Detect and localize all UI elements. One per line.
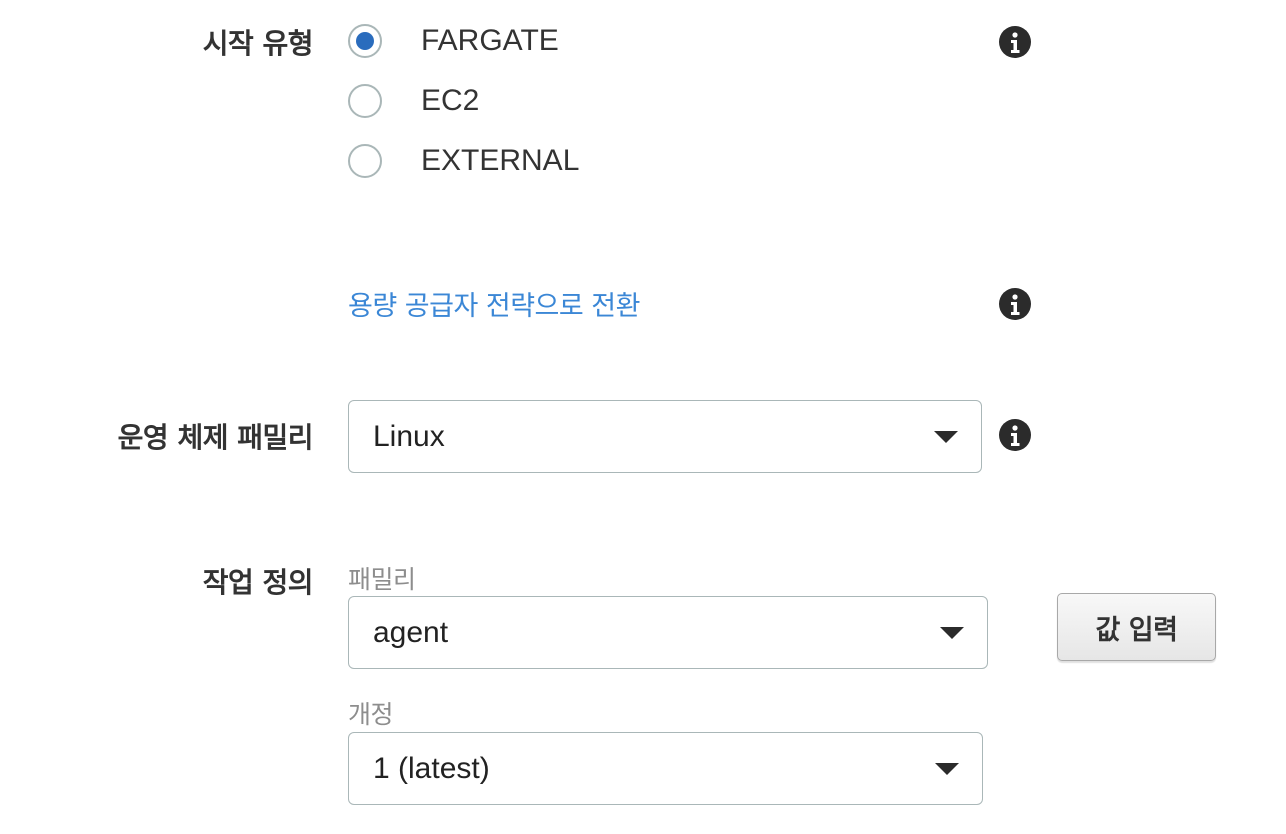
os-family-value: Linux bbox=[373, 419, 445, 453]
family-value: agent bbox=[373, 615, 449, 649]
caret-down-icon bbox=[940, 626, 964, 639]
info-icon[interactable] bbox=[999, 419, 1031, 451]
radio-fargate[interactable] bbox=[348, 24, 382, 58]
launch-type-label: 시작 유형 bbox=[202, 27, 314, 60]
radio-label-ec2: EC2 bbox=[421, 84, 480, 117]
caret-down-icon bbox=[934, 430, 958, 443]
radio-ec2[interactable] bbox=[348, 84, 382, 118]
family-select[interactable]: agent bbox=[348, 596, 988, 669]
capacity-provider-strategy-link[interactable]: 용량 공급자 전략으로 전환 bbox=[348, 284, 641, 323]
info-icon[interactable] bbox=[999, 26, 1031, 58]
info-icon[interactable] bbox=[999, 288, 1031, 320]
task-definition-label: 작업 정의 bbox=[202, 566, 314, 599]
radio-external[interactable] bbox=[348, 144, 382, 178]
enter-value-button[interactable]: 값 입력 bbox=[1057, 593, 1216, 661]
revision-select[interactable]: 1 (latest) bbox=[348, 732, 983, 805]
radio-label-fargate: FARGATE bbox=[421, 24, 559, 57]
family-sublabel: 패밀리 bbox=[348, 565, 416, 594]
revision-sublabel: 개정 bbox=[348, 700, 394, 729]
radio-option-external[interactable]: EXTERNAL bbox=[348, 141, 579, 181]
radio-label-external: EXTERNAL bbox=[421, 144, 580, 177]
task-launch-form: 시작 유형 FARGATE EC2 EXTERNAL 용량 공급자 전략으로 전… bbox=[0, 0, 1286, 834]
os-family-select[interactable]: Linux bbox=[348, 400, 982, 473]
radio-option-ec2[interactable]: EC2 bbox=[348, 81, 479, 121]
revision-value: 1 (latest) bbox=[373, 751, 490, 785]
radio-option-fargate[interactable]: FARGATE bbox=[348, 21, 559, 61]
caret-down-icon bbox=[935, 762, 959, 775]
os-family-label: 운영 체제 패밀리 bbox=[117, 421, 314, 454]
